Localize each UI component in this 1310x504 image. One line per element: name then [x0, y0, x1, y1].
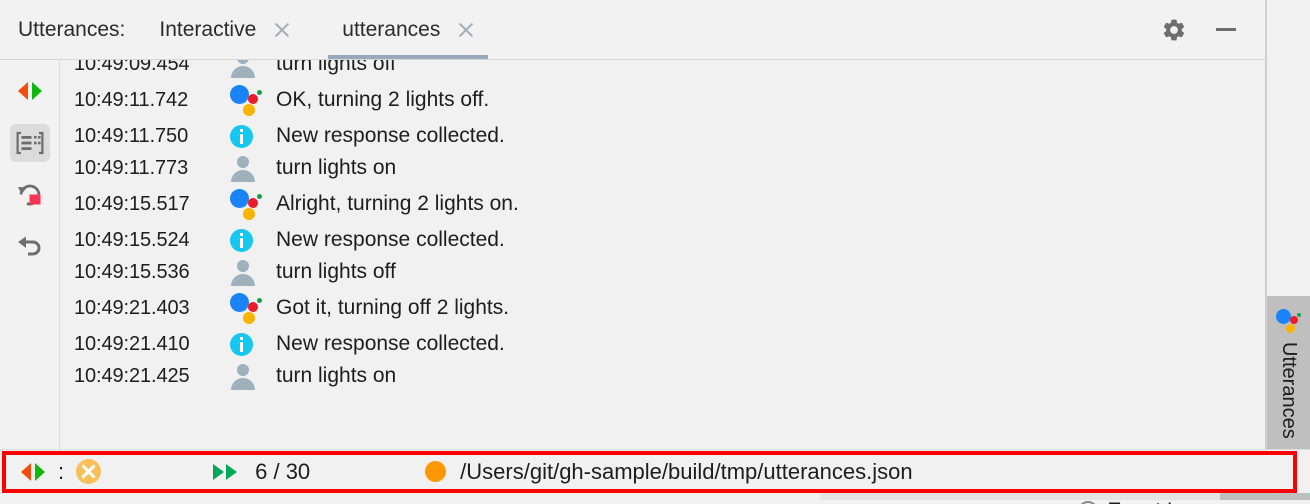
settings-button[interactable] [1161, 17, 1187, 43]
log-row[interactable]: 10:49:11.750 New response collected. [60, 120, 1265, 152]
vertical-tab-label: Utterances [1278, 342, 1300, 439]
assistant-icon [230, 291, 264, 325]
log-row-icon [228, 228, 276, 252]
undo-arrow-icon [17, 236, 40, 256]
status-file-group[interactable]: /Users/git/gh-sample/build/tmp/utterance… [425, 458, 913, 485]
log-timestamp: 10:49:21.410 [74, 332, 190, 355]
person-icon [230, 156, 256, 182]
log-row[interactable]: 10:49:21.410 New response collected. [60, 328, 1265, 360]
log-row[interactable]: 10:49:11.742 OK, turning 2 lights off. [60, 80, 1265, 120]
status-nav-group[interactable]: : [18, 458, 102, 485]
log-row[interactable]: 10:49:21.403 Got it, turning off 2 lights… [60, 288, 1265, 328]
log-message: turn lights off [276, 60, 396, 75]
log-row-icon [228, 83, 276, 117]
log-message: New response collected. [276, 228, 505, 251]
status-bar: : 6 / 30 /Users/git/gh-sample/build/tmp/… [0, 449, 1310, 493]
fast-forward-icon [213, 463, 238, 480]
rollback-button[interactable] [10, 228, 50, 266]
person-icon [230, 364, 256, 390]
log-row-icon [228, 364, 276, 390]
log-timestamp: 10:49:11.773 [74, 156, 189, 179]
vertical-tab-utterances[interactable]: Utterances [1267, 296, 1310, 449]
person-icon [230, 260, 256, 286]
gear-icon [1163, 19, 1185, 40]
log-row-icon [228, 156, 276, 182]
log-timestamp: 10:49:11.750 [74, 124, 189, 147]
log-row[interactable]: 10:49:15.517 Alright, turning 2 lights on… [60, 184, 1265, 224]
left-right-arrows-icon [21, 462, 45, 481]
info-icon [230, 332, 253, 356]
soft-wrap-icon [16, 131, 43, 155]
log-row-icon [228, 291, 276, 325]
log-timestamp: 10:49:15.536 [74, 260, 190, 283]
log-row[interactable]: 10:49:15.536 turn lights off [60, 256, 1265, 288]
soft-wrap-button[interactable] [9, 124, 50, 162]
info-icon [230, 228, 253, 252]
log-row-icon [228, 260, 276, 286]
log-scroll-area[interactable]: 10:49:09.454 turn lights off 10:49:11.742 O… [60, 60, 1265, 449]
log-message: Alright, turning 2 lights on. [276, 192, 519, 215]
log-row[interactable]: 10:49:11.773 turn lights on [60, 152, 1265, 184]
log-message: Got it, turning off 2 lights. [276, 296, 510, 319]
log-row-icon [228, 332, 276, 356]
log-timestamp: 10:49:21.425 [74, 364, 190, 387]
right-tool-bar: Utterances [1267, 0, 1310, 449]
log-timestamp: 10:49:09.454 [74, 60, 190, 75]
tab-interactive[interactable]: Interactive [141, 0, 308, 59]
status-bar-region: : 6 / 30 /Users/git/gh-sample/build/tmp/… [0, 449, 1310, 504]
side-toolbar [0, 60, 60, 449]
log-list: 10:49:09.454 turn lights off 10:49:11.742 O… [60, 60, 1265, 392]
assistant-icon [230, 187, 264, 221]
status-separator: : [58, 458, 65, 484]
log-row[interactable]: 10:49:15.524 New response collected. [60, 224, 1265, 256]
log-timestamp: 10:49:15.524 [74, 228, 190, 251]
log-timestamp: 10:49:15.517 [74, 192, 190, 215]
log-timestamp: 10:49:21.403 [74, 296, 190, 319]
log-message: turn lights on [276, 156, 397, 179]
tab-utterances[interactable]: utterances [324, 0, 492, 59]
log-row-icon [228, 187, 276, 221]
prev-next-occurrence-button[interactable] [10, 72, 50, 110]
tab-interactive-label: Interactive [159, 17, 257, 41]
log-row-icon [228, 60, 276, 78]
assistant-icon [230, 83, 264, 117]
log-row-icon [228, 124, 276, 148]
log-message: New response collected. [276, 332, 505, 355]
horizontal-scrollbar-track[interactable] [820, 493, 1220, 500]
close-icon[interactable] [458, 22, 474, 38]
status-file-path: /Users/git/gh-sample/build/tmp/utterance… [460, 458, 913, 484]
rerun-stop-icon [17, 184, 40, 206]
tool-window-body: Utterances: Interactive utterances 10:49… [0, 0, 1310, 449]
content-split: 10:49:09.454 turn lights off 10:49:11.742 O… [0, 60, 1265, 449]
utterances-tool-window: Utterances: Interactive utterances 10:49… [0, 0, 1310, 504]
horizontal-scrollbar-thumb[interactable] [1220, 493, 1310, 500]
log-row[interactable]: 10:49:21.425 turn lights on [60, 360, 1265, 392]
log-row[interactable]: 10:49:09.454 turn lights off [60, 60, 1265, 80]
left-right-arrows-icon [17, 82, 42, 100]
close-icon[interactable] [274, 22, 290, 38]
status-progress-group: 6 / 30 [211, 459, 310, 485]
log-message: New response collected. [276, 124, 505, 147]
status-progress-text: 6 / 30 [255, 458, 311, 484]
tab-utterances-label: utterances [342, 17, 441, 41]
event-log-bar: Event Log [0, 493, 1310, 504]
left-region: Utterances: Interactive utterances 10:49… [0, 0, 1267, 449]
tab-strip: Utterances: Interactive utterances [0, 0, 1265, 60]
minimize-icon [1216, 28, 1236, 31]
log-message: turn lights off [276, 260, 396, 283]
assistant-icon [1275, 308, 1302, 334]
orange-dot-icon [425, 461, 447, 482]
person-icon [230, 60, 256, 78]
hide-button[interactable] [1213, 17, 1239, 43]
tool-window-title: Utterances: [18, 17, 126, 41]
info-icon [230, 124, 253, 148]
rerun-button[interactable] [10, 176, 50, 214]
log-message: OK, turning 2 lights off. [276, 88, 490, 111]
log-timestamp: 10:49:11.742 [74, 88, 189, 111]
log-message: turn lights on [276, 364, 397, 387]
error-circle-icon[interactable] [76, 459, 102, 484]
tab-strip-actions [1161, 17, 1265, 43]
